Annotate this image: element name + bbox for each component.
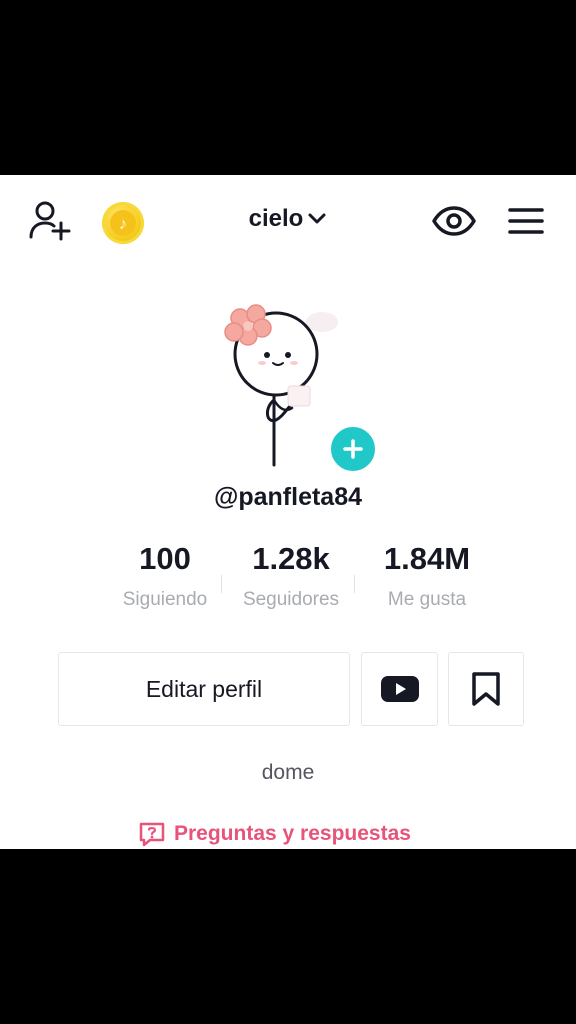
following-stat[interactable]: 100 Siguiendo: [100, 537, 230, 611]
add-friend-button[interactable]: [24, 197, 76, 245]
favorites-button[interactable]: [448, 652, 524, 726]
letterbox-bottom: [0, 849, 576, 1024]
add-user-icon: [29, 201, 71, 241]
avatar-container: [212, 300, 378, 474]
likes-label: Me gusta: [387, 589, 467, 610]
qa-label: Preguntas y respuestas: [174, 822, 411, 845]
profile-views-button[interactable]: [428, 197, 480, 245]
bookmark-icon: [472, 672, 500, 706]
stat-divider: [221, 575, 222, 593]
likes-stat[interactable]: 1.84M Me gusta: [362, 537, 492, 611]
followers-stat[interactable]: 1.28k Seguidores: [226, 537, 356, 611]
edit-profile-button[interactable]: Editar perfil: [58, 652, 350, 726]
stat-divider: [354, 575, 355, 593]
menu-icon: [508, 208, 544, 234]
top-bar: ♪ cielo: [0, 175, 576, 265]
profile-screen: ♪ cielo @panfleta84 100 Siguiendo 1.28k …: [0, 175, 576, 849]
question-bubble-icon: [139, 822, 165, 847]
account-name: cielo: [248, 205, 304, 232]
username: @panfleta84: [213, 483, 363, 511]
coins-button[interactable]: ♪: [98, 199, 148, 247]
profile-stats: 100 Siguiendo 1.28k Seguidores 1.84M Me …: [100, 537, 490, 627]
coin-icon: ♪: [102, 202, 144, 244]
coin-glyph: ♪: [110, 210, 136, 236]
followers-count: 1.28k: [252, 541, 330, 576]
add-photo-button[interactable]: [328, 424, 378, 474]
account-switcher[interactable]: cielo: [230, 199, 346, 239]
plus-icon: [343, 439, 363, 459]
following-count: 100: [139, 541, 191, 576]
qa-link[interactable]: Preguntas y respuestas: [138, 819, 411, 849]
eye-icon: [432, 206, 476, 236]
letterbox-top: [0, 0, 576, 175]
youtube-link-button[interactable]: [361, 652, 438, 726]
profile-bio: dome: [261, 761, 315, 784]
following-label: Siguiendo: [122, 589, 208, 610]
likes-count: 1.84M: [383, 541, 471, 576]
menu-button[interactable]: [502, 197, 550, 245]
followers-label: Seguidores: [242, 589, 340, 610]
chevron-down-icon: [308, 213, 326, 224]
youtube-icon: [380, 676, 419, 702]
